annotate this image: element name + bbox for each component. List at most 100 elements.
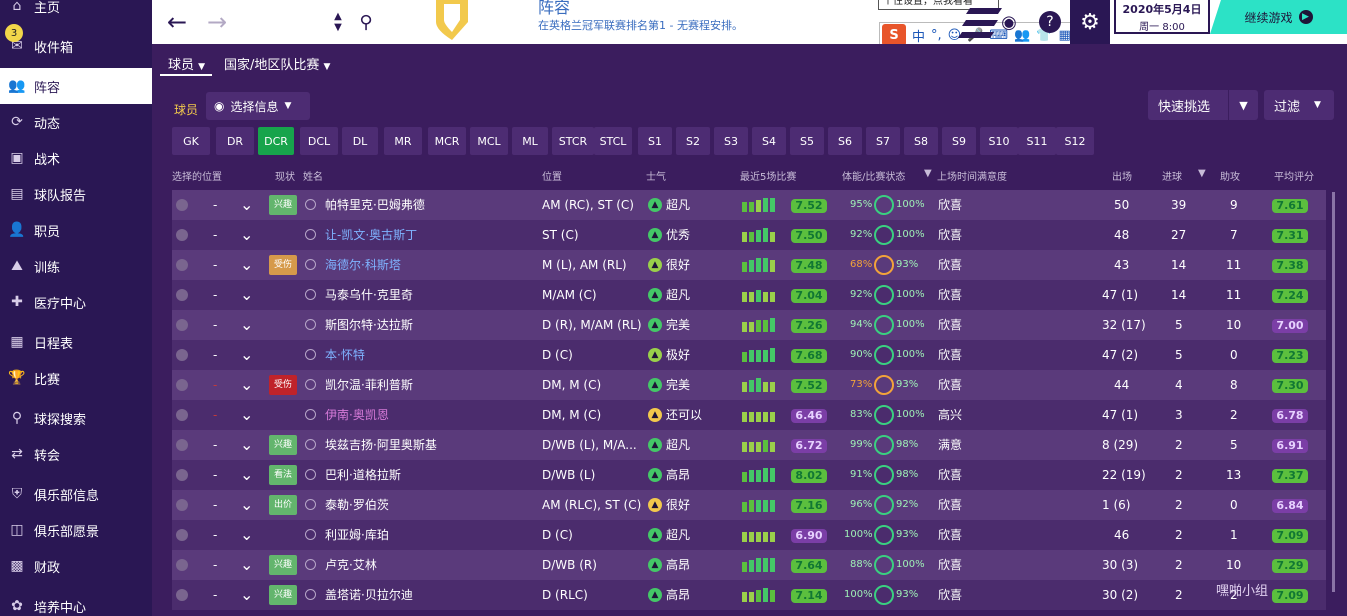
sidebar-item-14[interactable]: ◫ 俱乐部愿景 [0,512,152,548]
sidebar-item-0[interactable]: ⌂ 主页 [0,0,152,24]
position-chip-stcr[interactable]: STCR [552,127,594,155]
col-form[interactable]: 最近5场比赛 [740,168,796,183]
sidebar-item-13[interactable]: ⛨ 俱乐部信息 [0,476,152,512]
table-row[interactable]: - ⌄ 兴趣 埃兹吉扬·阿里奥斯基 D/WB (L), M/A... ▲ 超凡 6.72 99%… [172,430,1326,460]
manager-avatar-icon[interactable]: ◉ [994,0,1024,44]
player-name[interactable]: 卢克·艾林 [325,550,377,580]
chevron-down-icon[interactable]: ⌄ [240,400,253,430]
select-info-dropdown[interactable]: ◉ 选择信息 ▼ [206,92,310,120]
position-chip-s1[interactable]: S1 [638,127,672,155]
position-chip-s10[interactable]: S10 [980,127,1018,155]
sogou-logo-icon[interactable]: S [882,24,906,46]
club-switch-arrows-icon[interactable]: ▲ ▼ [330,0,346,44]
chevron-down-icon[interactable]: ⌄ [240,430,253,460]
select-toggle[interactable] [176,589,188,601]
player-name[interactable]: 伊南·奥凯恩 [325,400,389,430]
col-condition[interactable]: 体能/比赛状态 [842,168,905,183]
col-status[interactable]: 现状 [275,168,295,183]
table-row[interactable]: - ⌄ 兴趣 帕特里克·巴姆弗德 AM (RC), ST (C) ▲ 超凡 7.52 95% 10… [172,190,1326,220]
select-toggle[interactable] [176,439,188,451]
select-toggle[interactable] [176,379,188,391]
position-chip-dl[interactable]: DL [342,127,378,155]
position-chip-dr[interactable]: DR [216,127,254,155]
select-toggle[interactable] [176,319,188,331]
sidebar-item-16[interactable]: ✿ 培养中心 [0,588,152,616]
sidebar-item-5[interactable]: ▤ 球队报告 [0,176,152,212]
col-goals[interactable]: 进球 [1162,168,1182,183]
sidebar-item-9[interactable]: ▦ 日程表 [0,324,152,360]
position-chip-s6[interactable]: S6 [828,127,862,155]
sidebar-item-11[interactable]: ⚲ 球探搜索 [0,400,152,436]
player-name[interactable]: 凯尔温·菲利普斯 [325,370,413,400]
sidebar-item-4[interactable]: ▣ 战术 [0,140,152,176]
col-morale[interactable]: 士气 [646,168,666,183]
player-name[interactable]: 让-凯文·奥古斯丁 [325,220,417,250]
table-row[interactable]: - ⌄ 看法 巴利·道格拉斯 D/WB (L) ▲ 高昂 8.02 91% 98% 欣喜 22 (19… [172,460,1326,490]
sidebar-item-3[interactable]: ⟳ 动态 [0,104,152,140]
position-chip-ml[interactable]: ML [512,127,548,155]
sidebar-item-8[interactable]: ✚ 医疗中心 [0,284,152,320]
sidebar-item-7[interactable]: ⛰ 训练 [0,248,152,284]
position-chip-s9[interactable]: S9 [942,127,976,155]
select-toggle[interactable] [176,559,188,571]
position-chip-stcl[interactable]: STCL [594,127,632,155]
position-chip-mr[interactable]: MR [384,127,422,155]
help-icon[interactable]: ? [1036,0,1064,44]
table-row[interactable]: - ⌄ 斯图尔特·达拉斯 D (R), M/AM (RL) ▲ 完美 7.26 94% 100%… [172,310,1326,340]
position-chip-s7[interactable]: S7 [866,127,900,155]
tab-players[interactable]: 球员 ▼ [168,54,205,73]
position-chip-s3[interactable]: S3 [714,127,748,155]
chevron-down-icon[interactable]: ⌄ [240,190,253,220]
forward-arrow-icon[interactable]: → [202,0,232,44]
sidebar-item-12[interactable]: ⇄ 转会 [0,436,152,472]
select-toggle[interactable] [176,469,188,481]
continue-game-button[interactable]: 继续游戏 ▶ [1210,0,1347,34]
table-row[interactable]: - ⌄ 马泰乌什·克里奇 M/AM (C) ▲ 超凡 7.04 92% 100% 欣喜 47 (1)… [172,280,1326,310]
player-name[interactable]: 盖塔诺·贝拉尔迪 [325,580,413,610]
settings-gear-icon[interactable]: ⚙ [1070,0,1110,44]
table-row[interactable]: - ⌄ 兴趣 卢克·艾林 D/WB (R) ▲ 高昂 7.64 88% 100% 欣喜 30 (3) 2… [172,550,1326,580]
player-name[interactable]: 本·怀特 [325,340,365,370]
position-chip-s4[interactable]: S4 [752,127,786,155]
position-chip-mcr[interactable]: MCR [428,127,466,155]
position-chip-s2[interactable]: S2 [676,127,710,155]
select-toggle[interactable] [176,349,188,361]
table-row[interactable]: - ⌄ 受伤 凯尔温·菲利普斯 DM, M (C) ▲ 完美 7.52 73% 93% 欣喜 44 4 8… [172,370,1326,400]
col-avg-rating[interactable]: 平均评分 [1274,168,1314,183]
chevron-down-icon[interactable]: ⌄ [240,310,253,340]
select-toggle[interactable] [176,259,188,271]
sort-desc-icon[interactable]: ▼ [1198,168,1206,179]
select-toggle[interactable] [176,499,188,511]
table-scrollbar[interactable] [1332,192,1335,592]
position-chip-s11[interactable]: S11 [1018,127,1056,155]
filter-button[interactable]: 过滤 ▼ [1264,90,1334,120]
table-row[interactable]: - ⌄ 伊南·奥凯恩 DM, M (C) ▲ 还可以 6.46 83% 100% 高兴 47 (1)… [172,400,1326,430]
table-row[interactable]: - ⌄ 出价 泰勒·罗伯茨 AM (RLC), ST (C) ▲ 很好 7.16 96% 92% 欣… [172,490,1326,520]
player-name[interactable]: 泰勒·罗伯茨 [325,490,389,520]
select-toggle[interactable] [176,409,188,421]
position-chip-gk[interactable]: GK [172,127,210,155]
sidebar-item-2[interactable]: 👥 阵容 [0,68,152,104]
chevron-down-icon[interactable]: ⌄ [240,520,253,550]
table-row[interactable]: - ⌄ 受伤 海德尔·科斯塔 M (L), AM (RL) ▲ 很好 7.48 68% 93% 欣喜… [172,250,1326,280]
chevron-down-icon[interactable]: ⌄ [240,340,253,370]
table-row[interactable]: - ⌄ 让-凯文·奥古斯丁 ST (C) ▲ 优秀 7.50 92% 100% 欣喜 48 27 7 7.… [172,220,1326,250]
player-name[interactable]: 马泰乌什·克里奇 [325,280,413,310]
chevron-down-icon[interactable]: ⌄ [240,220,253,250]
player-name[interactable]: 利亚姆·库珀 [325,520,389,550]
table-row[interactable]: - ⌄ 利亚姆·库珀 D (C) ▲ 超凡 6.90 100% 93% 欣喜 46 2 1 7.09 [172,520,1326,550]
sidebar-item-15[interactable]: ▩ 财政 [0,548,152,584]
chevron-down-icon[interactable]: ⌄ [240,280,253,310]
sidebar-item-1[interactable]: ✉ 3 收件箱 [0,24,152,64]
sort-chevron-icon[interactable]: ▼ [924,168,932,179]
player-name[interactable]: 帕特里克·巴姆弗德 [325,190,425,220]
back-arrow-icon[interactable]: ← [162,0,192,44]
sidebar-item-6[interactable]: 👤 职员 [0,212,152,248]
col-assists[interactable]: 助攻 [1220,168,1240,183]
tab-national[interactable]: 国家/地区队比赛 ▼ [224,54,330,73]
chevron-down-icon[interactable]: ⌄ [240,250,253,280]
chevron-down-icon[interactable]: ⌄ [240,550,253,580]
col-name[interactable]: 姓名 [303,168,323,183]
col-apps[interactable]: 出场 [1112,168,1132,183]
chevron-down-icon[interactable]: ⌄ [240,370,253,400]
